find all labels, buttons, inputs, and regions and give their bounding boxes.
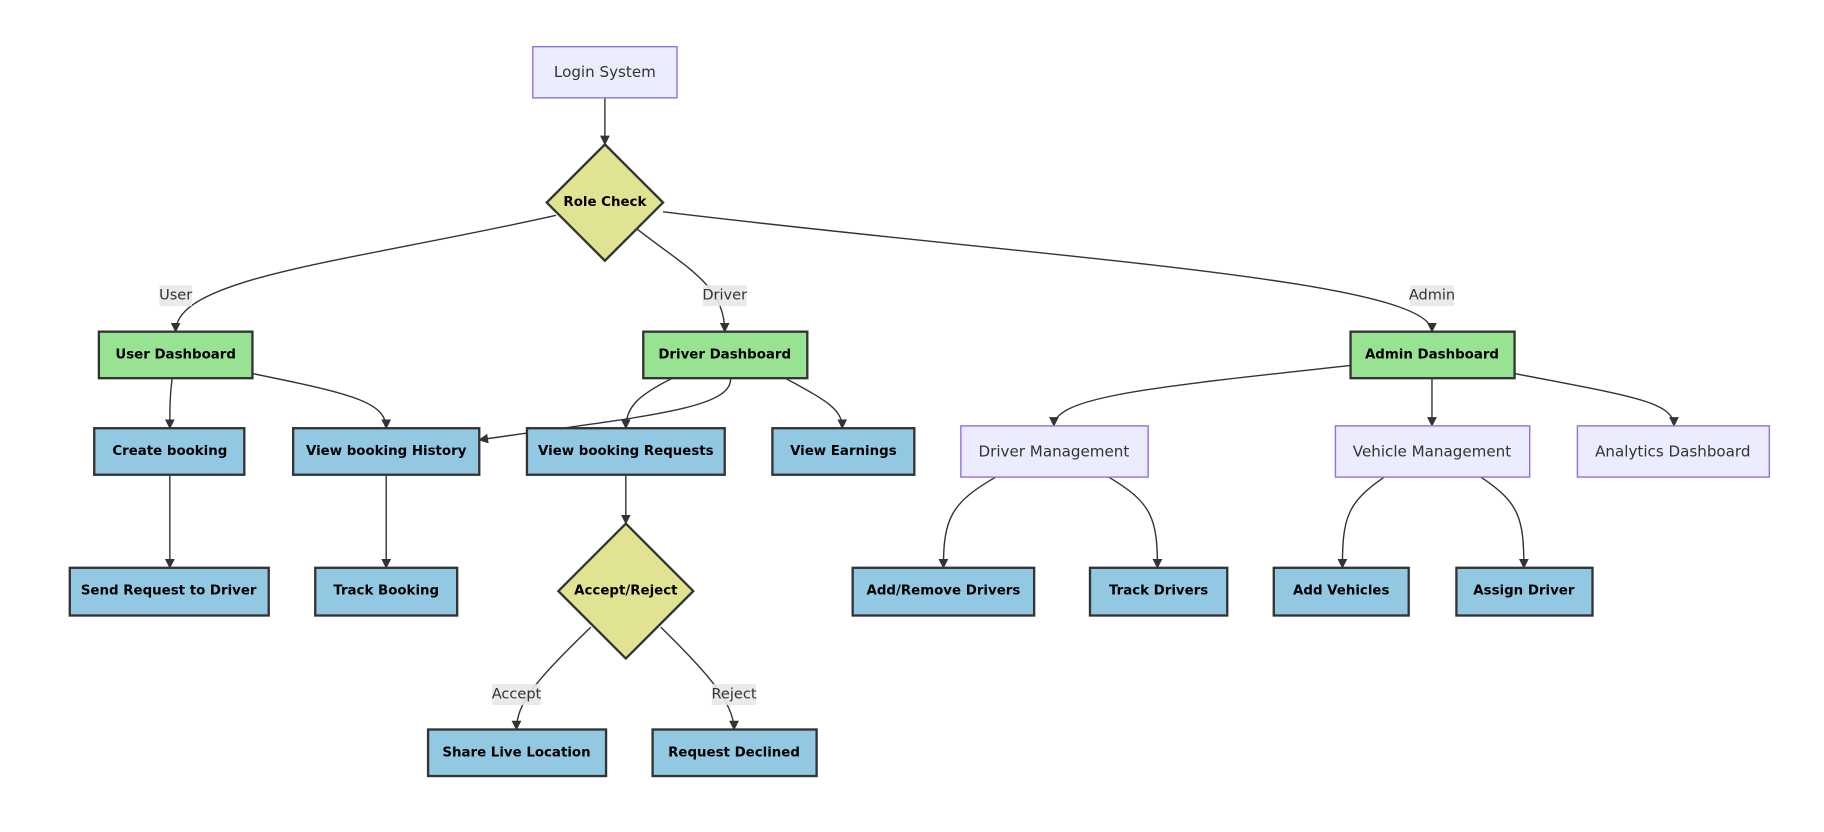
edge-drivermgmt-track xyxy=(1108,476,1163,569)
node-label: User Dashboard xyxy=(115,347,236,362)
edge-label-admin: Admin xyxy=(1409,288,1455,304)
node-view-history: View booking History xyxy=(291,427,481,476)
node-label: Track Drivers xyxy=(1109,584,1208,599)
node-label: Share Live Location xyxy=(442,745,590,760)
node-vehicle-management: Vehicle Management xyxy=(1334,425,1531,478)
node-label: View booking Requests xyxy=(538,444,714,459)
node-add-vehicles: Add Vehicles xyxy=(1272,566,1410,617)
node-label: Admin Dashboard xyxy=(1365,347,1499,362)
edge-vehicle-assign xyxy=(1480,476,1529,569)
edge-label-user: User xyxy=(159,288,192,304)
edge-user-create xyxy=(164,378,175,430)
node-label: Login System xyxy=(554,63,656,81)
node-driver-management: Driver Management xyxy=(960,425,1149,478)
node-analytics-dashboard: Analytics Dashboard xyxy=(1576,425,1771,478)
node-login: Login System xyxy=(532,45,678,99)
node-view-earnings: View Earnings xyxy=(771,427,916,476)
node-send-request: Send Request to Driver xyxy=(68,566,270,617)
edge-label-driver: Driver xyxy=(702,288,747,304)
edge-drivermgmt-addremove xyxy=(938,476,997,569)
edge-admin-driver-mgmt xyxy=(1049,364,1351,427)
edge-driver-requests xyxy=(620,377,673,430)
node-track-booking: Track Booking xyxy=(314,566,459,617)
node-label: Add/Remove Drivers xyxy=(867,584,1021,599)
node-share-location: Share Live Location xyxy=(426,728,608,778)
node-admin-dashboard: Admin Dashboard xyxy=(1349,330,1516,380)
edge-user-history xyxy=(252,372,392,430)
node-create-booking: Create booking xyxy=(93,427,246,476)
node-role-check: Role Check xyxy=(545,142,665,263)
edges xyxy=(164,97,1679,731)
edge-role-admin xyxy=(662,211,1437,333)
edge-role-driver xyxy=(637,228,730,333)
node-label: Driver Dashboard xyxy=(658,347,791,362)
node-label: Create booking xyxy=(112,444,227,459)
node-label: Role Check xyxy=(563,195,647,210)
node-driver-dashboard: Driver Dashboard xyxy=(642,330,809,380)
edge-role-user xyxy=(170,214,557,333)
edge-label-accept: Accept xyxy=(492,687,542,703)
node-label: Driver Management xyxy=(978,442,1129,460)
node-label: View Earnings xyxy=(790,444,897,459)
edge-admin-analytics xyxy=(1514,372,1679,427)
node-assign-driver: Assign Driver xyxy=(1455,566,1594,617)
node-label: Analytics Dashboard xyxy=(1595,442,1750,460)
node-label: Add Vehicles xyxy=(1293,584,1389,599)
node-user-dashboard: User Dashboard xyxy=(97,330,254,380)
node-label: Vehicle Management xyxy=(1353,442,1511,460)
node-label: Assign Driver xyxy=(1473,584,1575,599)
edge-driver-earnings xyxy=(784,377,848,430)
node-view-requests: View booking Requests xyxy=(525,427,726,476)
node-request-declined: Request Declined xyxy=(651,728,818,778)
node-label: Send Request to Driver xyxy=(81,584,257,599)
flowchart: User Driver Admin Accept Reject Login Sy… xyxy=(68,45,1771,778)
edge-vehicle-add xyxy=(1337,476,1385,569)
edge-reject-declined xyxy=(660,626,739,731)
node-label: View booking History xyxy=(306,444,467,459)
node-add-remove-drivers: Add/Remove Drivers xyxy=(851,566,1036,617)
edge-label-reject: Reject xyxy=(711,687,756,703)
node-track-drivers: Track Drivers xyxy=(1088,566,1229,617)
edge-accept-share xyxy=(511,626,592,731)
node-label: Accept/Reject xyxy=(574,584,678,599)
node-label: Request Declined xyxy=(668,745,800,760)
node-label: Track Booking xyxy=(333,584,439,599)
